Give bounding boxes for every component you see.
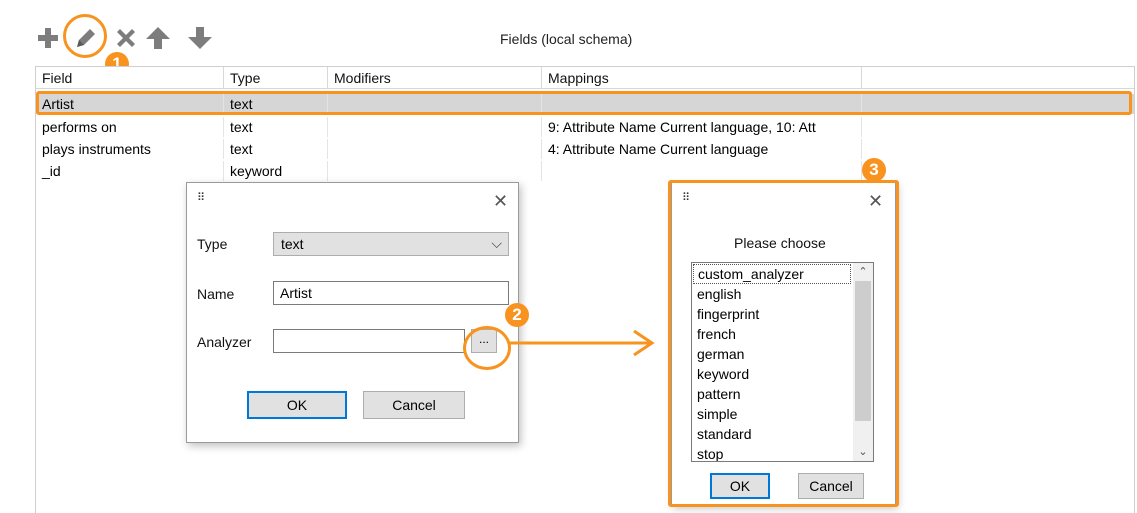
plus-icon [38, 28, 58, 48]
name-field[interactable]: Artist [273, 281, 509, 305]
column-header-extra [862, 67, 1134, 89]
type-label: Type [197, 236, 228, 252]
column-header-field[interactable]: Field [36, 67, 224, 89]
cell-field: _id [36, 161, 224, 181]
name-label: Name [197, 286, 235, 302]
step1-highlight-ring [63, 14, 107, 58]
panel-title: Fields (local schema) [500, 31, 633, 47]
type-select[interactable]: text ⌵ [273, 232, 509, 256]
name-field-value: Artist [280, 285, 312, 301]
arrow-right-icon [510, 329, 655, 357]
ok-button[interactable]: OK [247, 391, 347, 419]
cancel-button[interactable]: Cancel [363, 391, 465, 419]
choose-dialog-highlight [668, 180, 899, 507]
app-icon: ⠿ [197, 192, 206, 204]
cell-modifiers [328, 139, 542, 159]
delete-button[interactable] [112, 20, 140, 56]
cell-mappings: 4: Attribute Name Current language [542, 139, 862, 159]
chevron-down-icon: ⌵ [491, 235, 502, 251]
arrow-down-icon [188, 27, 212, 49]
column-header-mappings[interactable]: Mappings [542, 67, 862, 89]
column-header-type[interactable]: Type [224, 67, 328, 89]
column-header-modifiers[interactable]: Modifiers [328, 67, 542, 89]
table-row[interactable]: _id keyword [36, 161, 1134, 181]
move-down-button[interactable] [186, 20, 214, 56]
step2-badge: 2 [505, 303, 529, 327]
type-select-value: text [281, 236, 304, 252]
analyzer-label: Analyzer [197, 334, 252, 350]
table-row[interactable]: plays instruments text 4: Attribute Name… [36, 139, 1134, 159]
cell-type: text [224, 117, 328, 137]
field-editor-dialog: ⠿ ✕ Type text ⌵ Name Artist Analyzer ...… [186, 182, 519, 443]
cell-mappings: 9: Attribute Name Current language, 10: … [542, 117, 862, 137]
analyzer-field[interactable] [273, 329, 465, 353]
arrow-up-icon [146, 27, 170, 49]
close-button[interactable]: ✕ [493, 191, 508, 212]
cell-modifiers [328, 161, 542, 181]
step3-badge: 3 [862, 158, 886, 182]
selected-row-highlight [36, 91, 1132, 115]
step2-highlight-ring [463, 326, 511, 370]
table-header: Field Type Modifiers Mappings [36, 67, 1134, 89]
cell-mappings [542, 161, 862, 181]
cell-field: plays instruments [36, 139, 224, 159]
table-row[interactable]: performs on text 9: Attribute Name Curre… [36, 117, 1134, 137]
move-up-button[interactable] [144, 20, 172, 56]
add-button[interactable] [34, 20, 62, 56]
cell-modifiers [328, 117, 542, 137]
cell-type: text [224, 139, 328, 159]
x-icon [117, 29, 135, 47]
cell-type: keyword [224, 161, 328, 181]
cell-field: performs on [36, 117, 224, 137]
